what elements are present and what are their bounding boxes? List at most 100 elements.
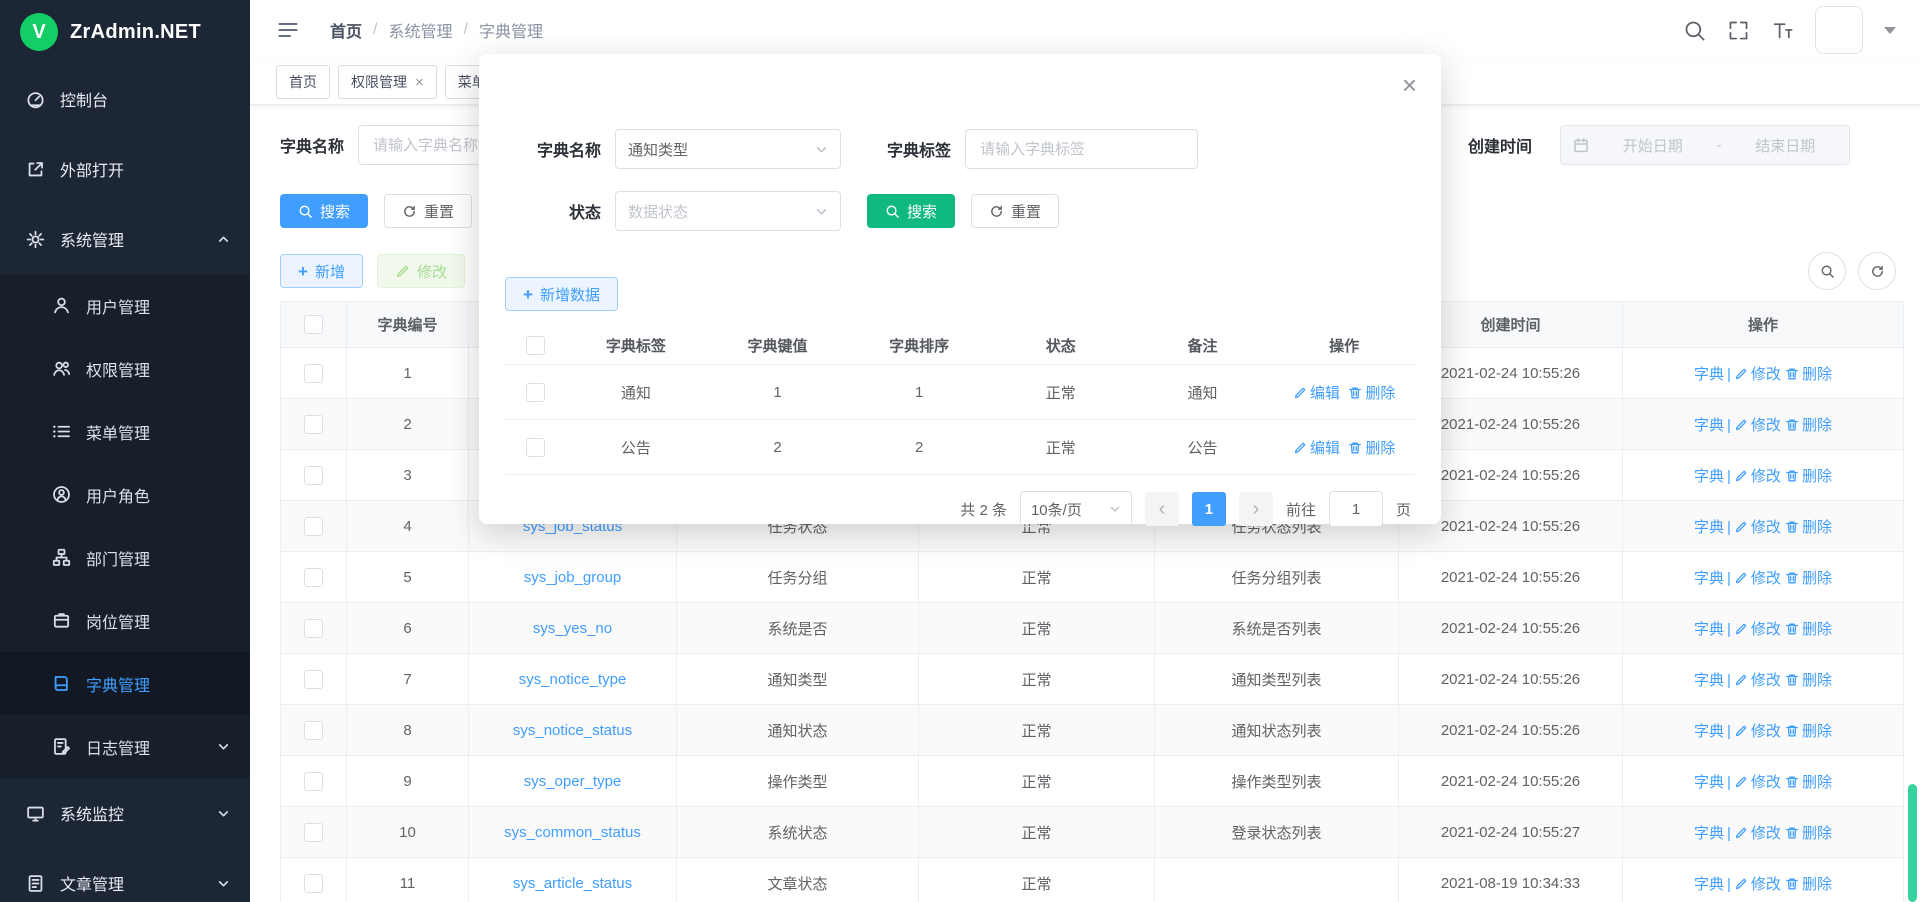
dict-type-link[interactable]: sys_article_status <box>513 875 632 892</box>
dict-data-action[interactable]: 字典 <box>1694 519 1724 536</box>
dict-type-link[interactable]: sys_yes_no <box>533 620 612 637</box>
dict-data-action[interactable]: 字典 <box>1694 366 1724 383</box>
row-checkbox[interactable] <box>526 438 545 457</box>
sidebar-item-article-management[interactable]: 文章管理 <box>0 848 250 902</box>
row-checkbox[interactable] <box>304 619 323 638</box>
dict-data-action[interactable]: 字典 <box>1694 825 1724 842</box>
dict-type-link[interactable]: sys_notice_status <box>513 722 632 739</box>
row-checkbox[interactable] <box>304 568 323 587</box>
edit-row-action[interactable]: 修改 <box>1734 519 1781 536</box>
tab-close-icon[interactable]: × <box>415 75 424 90</box>
edit-row-action[interactable]: 修改 <box>1734 876 1781 893</box>
dict-type-link[interactable]: sys_common_status <box>504 824 641 841</box>
edit-row-action[interactable]: 修改 <box>1734 723 1781 740</box>
dict-data-action[interactable]: 字典 <box>1694 417 1724 434</box>
fullscreen-icon[interactable] <box>1727 19 1750 42</box>
sidebar-item-dict-management[interactable]: 字典管理 <box>0 652 250 715</box>
delete-row-action[interactable]: 删除 <box>1785 417 1832 434</box>
tab-home[interactable]: 首页 <box>276 65 330 99</box>
row-checkbox[interactable] <box>304 823 323 842</box>
row-checkbox[interactable] <box>304 670 323 689</box>
edit-row-action[interactable]: 修改 <box>1734 366 1781 383</box>
close-icon[interactable]: × <box>1402 72 1417 98</box>
search-button[interactable]: 搜索 <box>280 194 368 228</box>
edit-row-action[interactable]: 编辑 <box>1293 440 1340 457</box>
delete-row-action[interactable]: 删除 <box>1785 825 1832 842</box>
page-size-select[interactable]: 10条/页 <box>1020 491 1132 527</box>
delete-row-action[interactable]: 删除 <box>1785 519 1832 536</box>
row-checkbox[interactable] <box>304 772 323 791</box>
delete-row-action[interactable]: 删除 <box>1785 621 1832 638</box>
dict-data-action[interactable]: 字典 <box>1694 723 1724 740</box>
search-icon[interactable] <box>1683 19 1706 42</box>
row-checkbox[interactable] <box>304 721 323 740</box>
next-page-button[interactable]: › <box>1239 492 1273 526</box>
add-dict-data-button[interactable]: + 新增数据 <box>505 277 618 311</box>
sidebar-item-user-management[interactable]: 用户管理 <box>0 274 250 337</box>
sidebar-item-system-management[interactable]: 系统管理 <box>0 204 250 274</box>
edit-row-action[interactable]: 修改 <box>1734 417 1781 434</box>
dict-data-action[interactable]: 字典 <box>1694 468 1724 485</box>
refresh-table-button[interactable] <box>1858 252 1896 290</box>
add-button[interactable]: + 新增 <box>280 254 363 288</box>
row-checkbox[interactable] <box>304 874 323 893</box>
page-1-button[interactable]: 1 <box>1192 492 1226 526</box>
delete-row-action[interactable]: 删除 <box>1348 440 1395 457</box>
avatar-caret-down-icon[interactable] <box>1884 27 1896 34</box>
delete-row-action[interactable]: 删除 <box>1785 468 1832 485</box>
edit-row-action[interactable]: 修改 <box>1734 570 1781 587</box>
delete-row-action[interactable]: 删除 <box>1785 723 1832 740</box>
dict-data-action[interactable]: 字典 <box>1694 672 1724 689</box>
dict-type-link[interactable]: sys_job_group <box>524 569 622 586</box>
sidebar-item-log-management[interactable]: 日志管理 <box>0 715 250 778</box>
status-select[interactable]: 数据状态 <box>615 191 841 231</box>
select-all-checkbox[interactable] <box>304 315 323 334</box>
row-checkbox[interactable] <box>304 415 323 434</box>
delete-row-action[interactable]: 删除 <box>1785 366 1832 383</box>
edit-row-action[interactable]: 编辑 <box>1293 385 1340 402</box>
sidebar-item-user-role[interactable]: 用户角色 <box>0 463 250 526</box>
goto-page-input[interactable] <box>1329 491 1383 527</box>
dict-data-action[interactable]: 字典 <box>1694 621 1724 638</box>
font-size-icon[interactable] <box>1771 19 1794 42</box>
dict-label-input[interactable] <box>965 129 1198 169</box>
edit-row-action[interactable]: 修改 <box>1734 774 1781 791</box>
sidebar-item-department-management[interactable]: 部门管理 <box>0 526 250 589</box>
dialog-reset-button[interactable]: 重置 <box>971 194 1059 228</box>
edit-row-action[interactable]: 修改 <box>1734 825 1781 842</box>
sidebar-item-external-open[interactable]: 外部打开 <box>0 134 250 204</box>
dict-data-action[interactable]: 字典 <box>1694 774 1724 791</box>
edit-button[interactable]: 修改 <box>377 254 465 288</box>
hamburger-menu-icon[interactable] <box>276 18 300 42</box>
sidebar-item-dashboard[interactable]: 控制台 <box>0 64 250 134</box>
dict-type-link[interactable]: sys_notice_type <box>519 671 627 688</box>
edit-row-action[interactable]: 修改 <box>1734 621 1781 638</box>
toggle-search-button[interactable] <box>1808 252 1846 290</box>
edit-row-action[interactable]: 修改 <box>1734 672 1781 689</box>
delete-row-action[interactable]: 删除 <box>1785 672 1832 689</box>
row-checkbox[interactable] <box>304 517 323 536</box>
sidebar-item-permission-management[interactable]: 权限管理 <box>0 337 250 400</box>
sidebar-item-post-management[interactable]: 岗位管理 <box>0 589 250 652</box>
prev-page-button[interactable]: ‹ <box>1145 492 1179 526</box>
row-checkbox[interactable] <box>526 383 545 402</box>
tab-permission-management[interactable]: 权限管理 × <box>338 65 437 99</box>
dialog-select-all-checkbox[interactable] <box>526 336 545 355</box>
sidebar-item-system-monitor[interactable]: 系统监控 <box>0 778 250 848</box>
delete-row-action[interactable]: 删除 <box>1785 876 1832 893</box>
row-checkbox[interactable] <box>304 364 323 383</box>
delete-row-action[interactable]: 删除 <box>1785 570 1832 587</box>
row-checkbox[interactable] <box>304 466 323 485</box>
edit-row-action[interactable]: 修改 <box>1734 468 1781 485</box>
dict-data-action[interactable]: 字典 <box>1694 570 1724 587</box>
dict-name-select[interactable]: 通知类型 <box>615 129 841 169</box>
dict-type-link[interactable]: sys_oper_type <box>524 773 622 790</box>
dict-data-action[interactable]: 字典 <box>1694 876 1724 893</box>
dialog-search-button[interactable]: 搜索 <box>867 194 955 228</box>
scrollbar-thumb[interactable] <box>1908 784 1917 902</box>
date-range-picker[interactable]: 开始日期 - 结束日期 <box>1560 125 1850 165</box>
sidebar-item-menu-management[interactable]: 菜单管理 <box>0 400 250 463</box>
reset-button[interactable]: 重置 <box>384 194 472 228</box>
delete-row-action[interactable]: 删除 <box>1348 385 1395 402</box>
user-avatar[interactable] <box>1815 6 1863 54</box>
